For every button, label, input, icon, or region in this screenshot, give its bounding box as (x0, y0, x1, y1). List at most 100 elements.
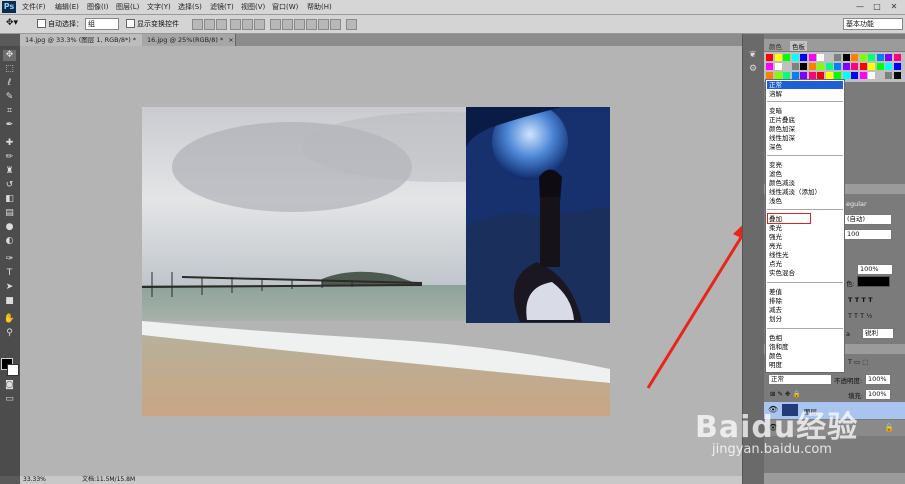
swatch[interactable] (859, 63, 867, 70)
maximize-button[interactable]: □ (869, 1, 885, 12)
menu-window[interactable]: 窗口(W) (272, 2, 298, 12)
blend-option-multiply[interactable]: 正片叠底 (769, 116, 795, 124)
auto-align-icon[interactable] (346, 19, 357, 30)
blend-option-linear-burn[interactable]: 线性加深 (769, 134, 795, 142)
blend-option-hard-light[interactable]: 强光 (769, 233, 782, 241)
adjustments-icon[interactable]: ⚙ (749, 64, 757, 74)
swatch[interactable] (876, 63, 884, 70)
distribute-left-icon[interactable] (306, 19, 317, 30)
font-style-value[interactable]: egular (846, 200, 867, 208)
distribute-right-icon[interactable] (330, 19, 341, 30)
opacity-field[interactable]: 100% (865, 374, 891, 385)
swatch[interactable] (800, 63, 807, 70)
healing-brush-tool-icon[interactable]: ✚ (3, 138, 16, 149)
blend-option-hue[interactable]: 色相 (769, 334, 782, 342)
align-top-icon[interactable] (192, 19, 203, 30)
menu-select[interactable]: 选择(S) (178, 2, 202, 12)
distribute-vcenter-icon[interactable] (282, 19, 293, 30)
swatch[interactable] (783, 54, 790, 61)
zoom-level[interactable]: 33.33% (23, 476, 46, 484)
quick-select-tool-icon[interactable]: ✎ (3, 92, 16, 103)
distribute-bottom-icon[interactable] (294, 19, 305, 30)
blend-option-soft-light[interactable]: 柔光 (769, 224, 782, 232)
swatch[interactable] (783, 63, 790, 70)
swatch[interactable] (868, 72, 875, 79)
auto-select-dropdown[interactable]: 组 (85, 18, 119, 30)
align-bottom-icon[interactable] (216, 19, 227, 30)
swatch[interactable] (842, 72, 850, 79)
blend-option-hard-mix[interactable]: 实色混合 (769, 269, 795, 277)
fill-field[interactable]: 100% (865, 389, 891, 400)
blend-option-lighter-color[interactable]: 浅色 (769, 197, 782, 205)
swatch[interactable] (825, 72, 833, 79)
quick-mask-icon[interactable]: ◙ (3, 380, 16, 391)
blend-option-divide[interactable]: 划分 (769, 315, 782, 323)
swatch[interactable] (834, 72, 841, 79)
swatch[interactable] (766, 72, 773, 79)
swatch[interactable] (817, 54, 824, 61)
text-color-swatch[interactable] (857, 276, 890, 287)
layer-filter-icons[interactable]: T ▭ ⬚ (848, 358, 868, 366)
show-transform-checkbox[interactable] (126, 19, 135, 28)
align-hcenter-icon[interactable] (242, 19, 253, 30)
blur-tool-icon[interactable]: ● (3, 222, 16, 233)
dodge-tool-icon[interactable]: ◐ (3, 236, 16, 247)
blend-option-vivid-light[interactable]: 亮光 (769, 242, 782, 250)
menu-filter[interactable]: 滤镜(T) (210, 2, 234, 12)
swatch[interactable] (868, 54, 875, 61)
swatch[interactable] (885, 72, 892, 79)
blend-option-linear-dodge[interactable]: 线性减淡（添加） (769, 188, 821, 196)
swatch[interactable] (825, 54, 833, 61)
swatch[interactable] (791, 63, 799, 70)
swatch[interactable] (825, 63, 833, 70)
background-color-swatch[interactable] (7, 364, 19, 376)
menu-edit[interactable]: 编辑(E) (55, 2, 79, 12)
move-tool-icon[interactable]: ✥ (3, 50, 16, 61)
swatch[interactable] (834, 63, 841, 70)
blend-option-exclusion[interactable]: 排除 (769, 297, 782, 305)
blend-option-dissolve[interactable]: 溶解 (769, 90, 782, 98)
blend-option-linear-light[interactable]: 线性光 (769, 251, 789, 259)
gradient-tool-icon[interactable]: ▤ (3, 208, 16, 219)
distribute-hcenter-icon[interactable] (318, 19, 329, 30)
lock-icons[interactable]: ⊠ ✎ ✥ 🔒 (770, 390, 801, 398)
swatch[interactable] (842, 54, 850, 61)
blend-option-screen[interactable]: 滤色 (769, 170, 782, 178)
swatch[interactable] (766, 63, 773, 70)
blend-option-color-dodge[interactable]: 颜色减淡 (769, 179, 795, 187)
document-canvas[interactable] (142, 107, 610, 416)
eraser-tool-icon[interactable]: ◧ (3, 194, 16, 205)
menu-help[interactable]: 帮助(H) (307, 2, 332, 12)
swatch[interactable] (893, 54, 901, 61)
blend-option-overlay[interactable]: 叠加 (769, 215, 782, 223)
tab-swatches[interactable]: 色板 (790, 41, 807, 51)
move-tool-icon[interactable]: ✥▾ (6, 18, 18, 28)
clone-stamp-tool-icon[interactable]: ♜ (3, 166, 16, 177)
menu-type[interactable]: 文字(Y) (147, 2, 171, 12)
swatch[interactable] (859, 54, 867, 61)
blend-option-luminosity[interactable]: 明度 (769, 361, 782, 369)
swatch[interactable] (851, 63, 858, 70)
swatch[interactable] (774, 63, 782, 70)
swatch[interactable] (817, 63, 824, 70)
swatch[interactable] (885, 63, 892, 70)
tab-color[interactable]: 颜色 (769, 41, 782, 51)
swatch[interactable] (800, 54, 807, 61)
marquee-tool-icon[interactable]: ⬚ (3, 64, 16, 75)
tab-document-14[interactable]: 14.jpg @ 33.3% (图层 1, RGB/8*) * × (20, 34, 146, 56)
blend-option-darken[interactable]: 变暗 (769, 107, 782, 115)
align-vcenter-icon[interactable] (204, 19, 215, 30)
brush-tool-icon[interactable]: ✏ (3, 152, 16, 163)
menu-layer[interactable]: 图层(L) (116, 2, 139, 12)
menu-view[interactable]: 视图(V) (241, 2, 265, 12)
lasso-tool-icon[interactable]: ℓ (3, 78, 16, 89)
pen-tool-icon[interactable]: ✑ (3, 254, 16, 265)
align-right-icon[interactable] (254, 19, 265, 30)
eyedropper-tool-icon[interactable]: ✒ (3, 120, 16, 131)
blend-option-color-burn[interactable]: 颜色加深 (769, 125, 795, 133)
blend-option-difference[interactable]: 差值 (769, 288, 782, 296)
menu-image[interactable]: 图像(I) (87, 2, 109, 12)
swatch[interactable] (885, 54, 892, 61)
blend-option-saturation[interactable]: 饱和度 (769, 343, 789, 351)
distribute-top-icon[interactable] (270, 19, 281, 30)
